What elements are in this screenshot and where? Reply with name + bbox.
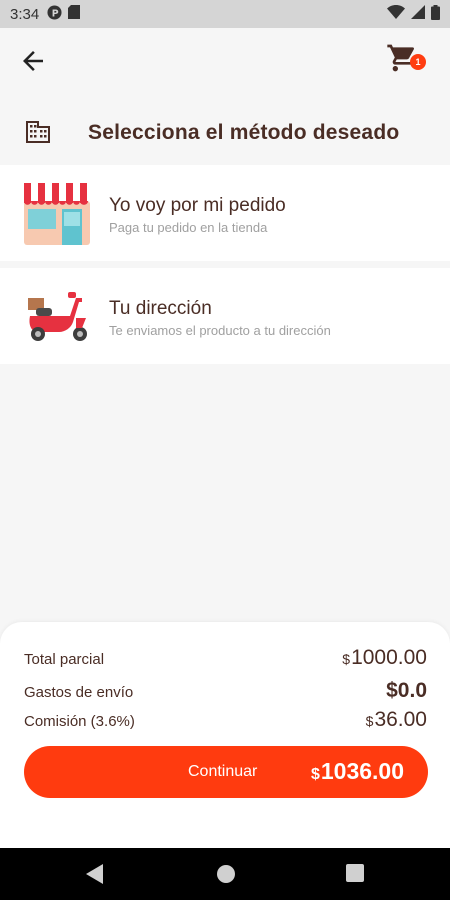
option-pickup[interactable]: Yo voy por mi pedido Paga tu pedido en l… bbox=[0, 165, 450, 261]
store-icon bbox=[22, 179, 92, 247]
commission-amount: 36.00 bbox=[374, 708, 427, 731]
section-header: Selecciona el método deseado bbox=[0, 105, 450, 161]
building-icon bbox=[26, 121, 50, 148]
commission-value: $36.00 bbox=[366, 708, 427, 732]
subtotal-amount: 1000.00 bbox=[351, 646, 427, 669]
back-button[interactable] bbox=[18, 46, 48, 76]
status-time: 3:34 bbox=[10, 5, 40, 23]
cart-button[interactable]: 1 bbox=[386, 42, 426, 78]
order-summary: Total parcial $1000.00 Gastos de envío $… bbox=[0, 622, 450, 848]
app-bar: 1 bbox=[0, 28, 450, 100]
continue-button[interactable]: Continuar $1036.00 bbox=[24, 746, 428, 798]
shipping-label: Gastos de envío bbox=[24, 684, 134, 701]
option-subtitle: Te enviamos el producto a tu dirección bbox=[109, 323, 331, 338]
battery-icon bbox=[431, 4, 440, 24]
signal-icon bbox=[411, 5, 425, 23]
shipping-row: Gastos de envío $0.0 bbox=[24, 677, 427, 705]
total-amount: 1036.00 bbox=[320, 758, 404, 784]
currency-symbol: $ bbox=[310, 766, 320, 783]
home-circle-icon[interactable] bbox=[216, 864, 236, 889]
option-title: Yo voy por mi pedido bbox=[109, 195, 286, 216]
commission-label: Comisión (3.6%) bbox=[24, 713, 135, 730]
subtotal-label: Total parcial bbox=[24, 651, 105, 668]
subtotal-row: Total parcial $1000.00 bbox=[24, 644, 427, 672]
status-bar: 3:34 P bbox=[0, 0, 450, 28]
system-nav-bar bbox=[0, 848, 450, 900]
wifi-icon bbox=[387, 5, 405, 23]
subtotal-value: $1000.00 bbox=[342, 646, 427, 670]
arrow-left-icon bbox=[23, 51, 43, 71]
total-value: $1036.00 bbox=[311, 758, 404, 785]
option-subtitle: Paga tu pedido en la tienda bbox=[109, 220, 268, 235]
p-circle-icon: P bbox=[47, 4, 62, 24]
currency-symbol: $ bbox=[342, 651, 351, 667]
sd-card-icon bbox=[68, 5, 81, 23]
option-delivery[interactable]: Tu dirección Te enviamos el producto a t… bbox=[0, 268, 450, 364]
commission-row: Comisión (3.6%) $36.00 bbox=[24, 706, 427, 734]
recents-square-icon[interactable] bbox=[346, 864, 364, 887]
section-title: Selecciona el método deseado bbox=[88, 121, 400, 144]
back-triangle-icon[interactable] bbox=[86, 864, 104, 889]
currency-symbol: $ bbox=[365, 713, 374, 729]
cart-badge: 1 bbox=[410, 54, 426, 70]
svg-text:P: P bbox=[52, 8, 59, 19]
continue-label: Continuar bbox=[188, 763, 258, 780]
shipping-value: $0.0 bbox=[386, 679, 427, 702]
option-title: Tu dirección bbox=[109, 298, 212, 319]
scooter-icon bbox=[22, 282, 92, 350]
